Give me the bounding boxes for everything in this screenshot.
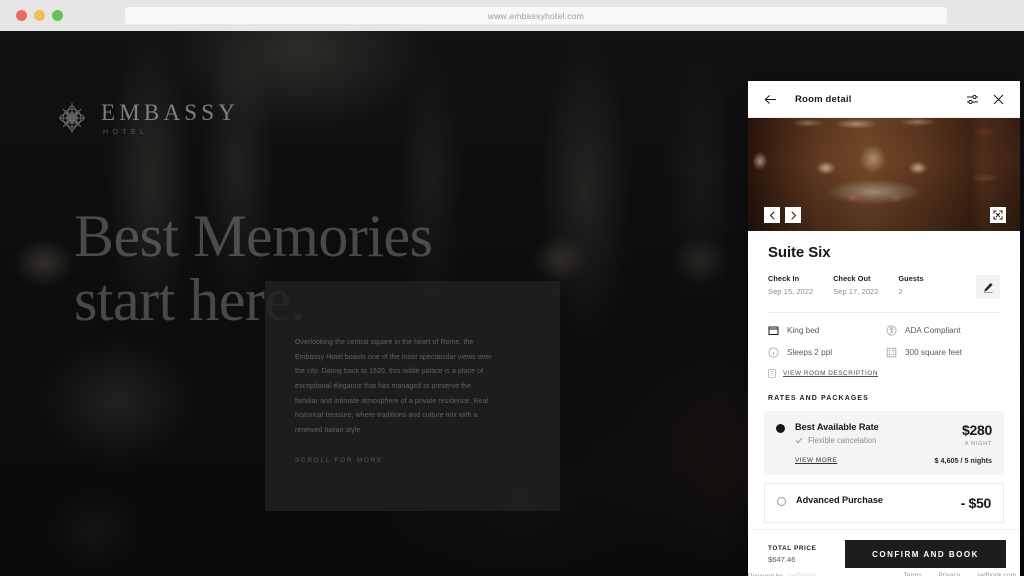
amenity-area: 300 square feet	[886, 347, 1000, 358]
hero-body-text: Overlooking the central square in the he…	[295, 339, 492, 434]
address-bar[interactable]: www.embassyhotel.com	[125, 7, 947, 24]
brand-subtitle: HOTEL	[103, 128, 149, 136]
guests-label: Guests	[898, 274, 924, 283]
powered-by-strip: Powered by selfbook Terms Privacy selfbo…	[748, 571, 1020, 576]
panel-footer: TOTAL PRICE $647.46 CONFIRM AND BOOK	[748, 529, 1020, 576]
rates-list: Best Available Rate Flexible cancelation…	[748, 402, 1020, 523]
rate-total: $ 4,605 / 5 nights	[934, 456, 992, 465]
brand-name: EMBASSY	[101, 99, 240, 125]
total-price-label: TOTAL PRICE	[768, 544, 817, 552]
hero-text-card: Overlooking the central square in the he…	[265, 281, 560, 511]
accessibility-icon	[886, 325, 897, 336]
chevron-left-icon	[769, 211, 774, 219]
edit-stay-button[interactable]	[976, 275, 1000, 299]
back-button[interactable]	[761, 90, 779, 108]
amenity-label: King bed	[787, 326, 820, 335]
total-price-value: $647.46	[768, 554, 796, 564]
rates-heading: RATES AND PACKAGES	[768, 395, 869, 402]
close-window-button[interactable]	[16, 10, 27, 21]
rate-option-best-available[interactable]: Best Available Rate Flexible cancelation…	[764, 411, 1004, 475]
room-image-carousel[interactable]	[748, 118, 1020, 231]
view-room-description-link[interactable]: VIEW ROOM DESCRIPTION	[748, 358, 1020, 378]
privacy-link[interactable]: Privacy	[939, 572, 961, 576]
arrow-left-icon	[763, 94, 776, 104]
bed-icon	[768, 326, 779, 335]
room-title: Suite Six	[768, 244, 831, 261]
amenities-grid: King bed ADA Compliant Sleeps 2 ppl 300 …	[748, 313, 1020, 358]
area-icon	[886, 347, 897, 358]
window-controls	[16, 10, 63, 21]
url-text: www.embassyhotel.com	[487, 10, 585, 21]
rate-name: Best Available Rate	[795, 422, 879, 432]
carousel-expand-button[interactable]	[990, 207, 1006, 223]
expand-icon	[993, 210, 1003, 220]
rate-price-unit: A NIGHT	[964, 441, 992, 447]
document-icon	[768, 369, 776, 378]
site-logo[interactable]: EMBASSY HOTEL	[55, 98, 239, 138]
check-out-label: Check Out	[833, 274, 871, 283]
carousel-next-button[interactable]	[785, 207, 801, 223]
chevron-right-icon	[791, 211, 796, 219]
carousel-nav	[764, 207, 801, 223]
rate-name: Advanced Purchase	[796, 495, 883, 505]
rate-radio-unselected[interactable]	[777, 497, 786, 506]
close-icon	[993, 94, 1003, 104]
info-icon	[768, 347, 779, 358]
website-viewport: EMBASSY HOTEL Best Memories start here. …	[0, 31, 1024, 576]
powered-by: Powered by selfbook	[748, 571, 817, 576]
rate-price: $280	[962, 422, 992, 438]
footer-links: Terms Privacy selfbook.com	[904, 572, 1016, 576]
check-in-label: Check In	[768, 274, 800, 283]
minimize-window-button[interactable]	[34, 10, 45, 21]
maximize-window-button[interactable]	[52, 10, 63, 21]
guests-field: Guests 2	[898, 274, 923, 296]
rate-view-more-link[interactable]: VIEW MORE	[795, 457, 837, 464]
scroll-for-more-hint[interactable]: SCROLL FOR MORE	[295, 457, 383, 464]
check-out-field: Check Out Sep 17, 2022	[833, 274, 878, 296]
rate-radio-selected[interactable]	[776, 424, 785, 433]
rate-option-advanced-purchase[interactable]: Advanced Purchase - $50	[764, 483, 1004, 523]
amenity-label: ADA Compliant	[905, 326, 961, 335]
amenity-ada-compliant: ADA Compliant	[886, 325, 1000, 336]
browser-chrome: www.embassyhotel.com	[0, 0, 1024, 31]
check-in-value: Sep 15, 2022	[768, 287, 814, 296]
close-panel-button[interactable]	[989, 90, 1007, 108]
check-out-value: Sep 17, 2022	[833, 287, 879, 296]
view-room-description-label: VIEW ROOM DESCRIPTION	[783, 370, 878, 377]
rate-price: - $50	[960, 495, 992, 511]
stay-summary: Check In Sep 15, 2022 Check Out Sep 17, …	[768, 274, 1000, 299]
terms-link[interactable]: Terms	[904, 572, 922, 576]
floral-emblem-icon	[59, 103, 85, 133]
powered-by-brand: selfbook	[786, 571, 817, 576]
check-icon	[795, 437, 803, 444]
settings-button[interactable]	[963, 90, 981, 108]
amenity-label: 300 square feet	[905, 348, 962, 357]
selfbook-site-link[interactable]: selfbook.com	[977, 572, 1016, 576]
guests-value: 2	[898, 287, 903, 296]
pencil-icon	[983, 282, 993, 293]
carousel-prev-button[interactable]	[764, 207, 780, 223]
amenity-sleeps: Sleeps 2 ppl	[768, 347, 886, 358]
rate-cancellation-label: Flexible cancelation	[808, 436, 877, 445]
room-detail-panel: Room detail Suite Six Check In Sep 15, 2…	[748, 81, 1020, 576]
panel-title: Room detail	[795, 93, 852, 105]
room-info-section: Suite Six Check In Sep 15, 2022 Check Ou…	[748, 231, 1020, 299]
amenity-label: Sleeps 2 ppl	[787, 348, 833, 357]
confirm-and-book-button[interactable]: CONFIRM AND BOOK	[845, 540, 1006, 568]
rate-cancellation: Flexible cancelation	[795, 436, 879, 445]
check-in-field: Check In Sep 15, 2022	[768, 274, 813, 296]
total-price-block: TOTAL PRICE $647.46	[768, 545, 817, 564]
panel-header: Room detail	[748, 81, 1020, 118]
amenity-king-bed: King bed	[768, 325, 886, 336]
sliders-icon	[966, 94, 978, 104]
